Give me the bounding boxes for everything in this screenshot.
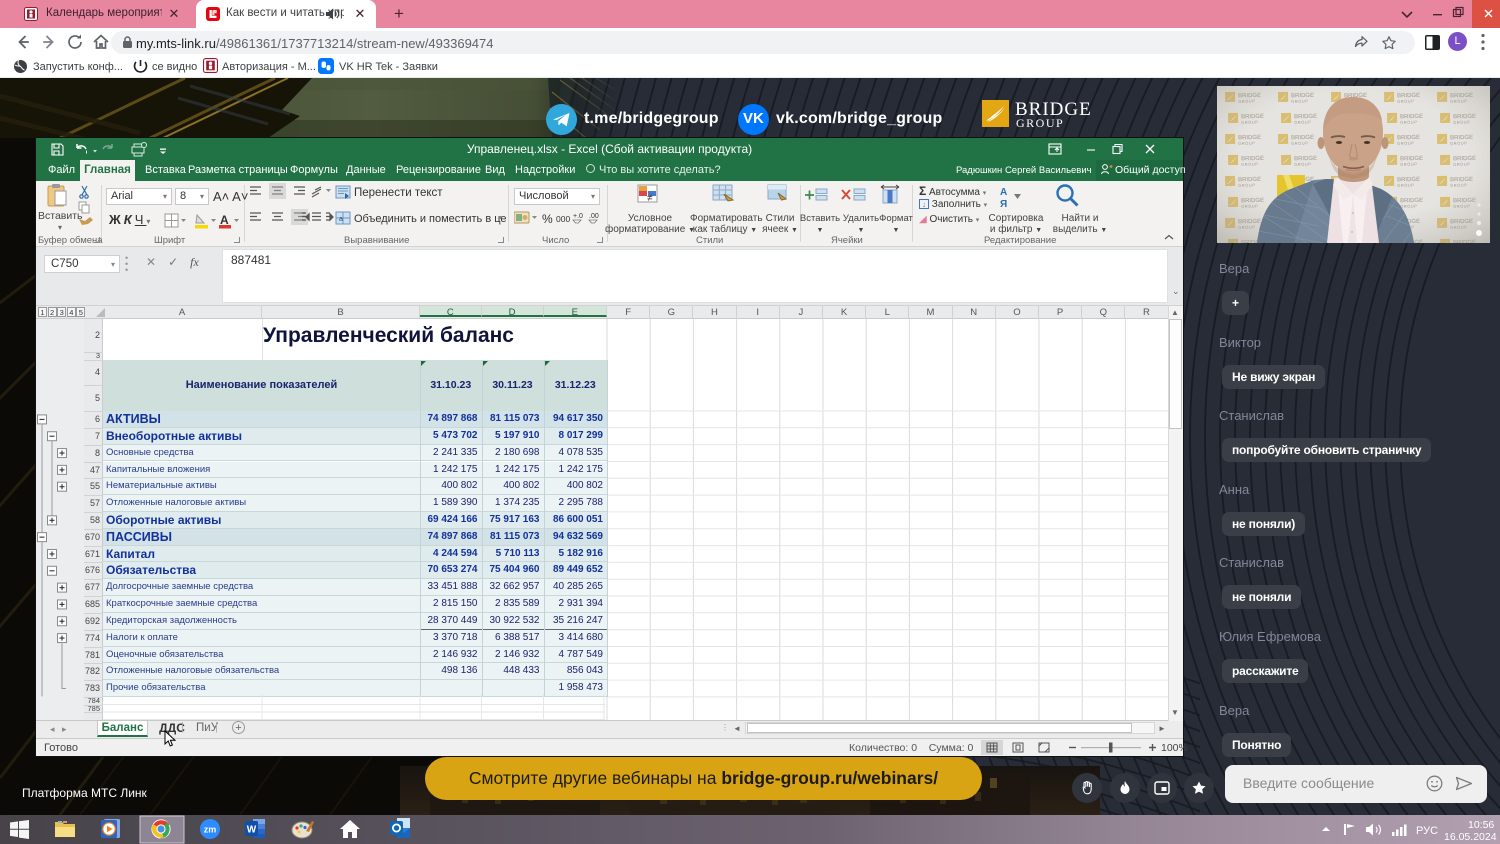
svg-text:a: a xyxy=(339,216,343,223)
svg-text:≠: ≠ xyxy=(647,193,653,204)
svg-text:16.05.2024: 16.05.2024 xyxy=(1444,831,1497,843)
svg-text:%: % xyxy=(542,212,553,226)
svg-text:А: А xyxy=(1000,187,1007,198)
svg-text:Перенести текст: Перенести текст xyxy=(354,187,443,199)
svg-text:РУС: РУС xyxy=(1416,825,1438,837)
svg-text:Объединить и поместить в центр: Объединить и поместить в центре xyxy=(354,213,506,225)
svg-text:.00: .00 xyxy=(589,213,599,220)
svg-text:+.0: +.0 xyxy=(573,213,583,220)
svg-text:W: W xyxy=(247,825,257,836)
svg-text:000: 000 xyxy=(556,214,570,224)
svg-text:zm: zm xyxy=(204,825,217,835)
svg-text:Я: Я xyxy=(1000,199,1007,210)
svg-text:10:56: 10:56 xyxy=(1468,819,1494,831)
svg-text:А: А xyxy=(220,213,229,227)
